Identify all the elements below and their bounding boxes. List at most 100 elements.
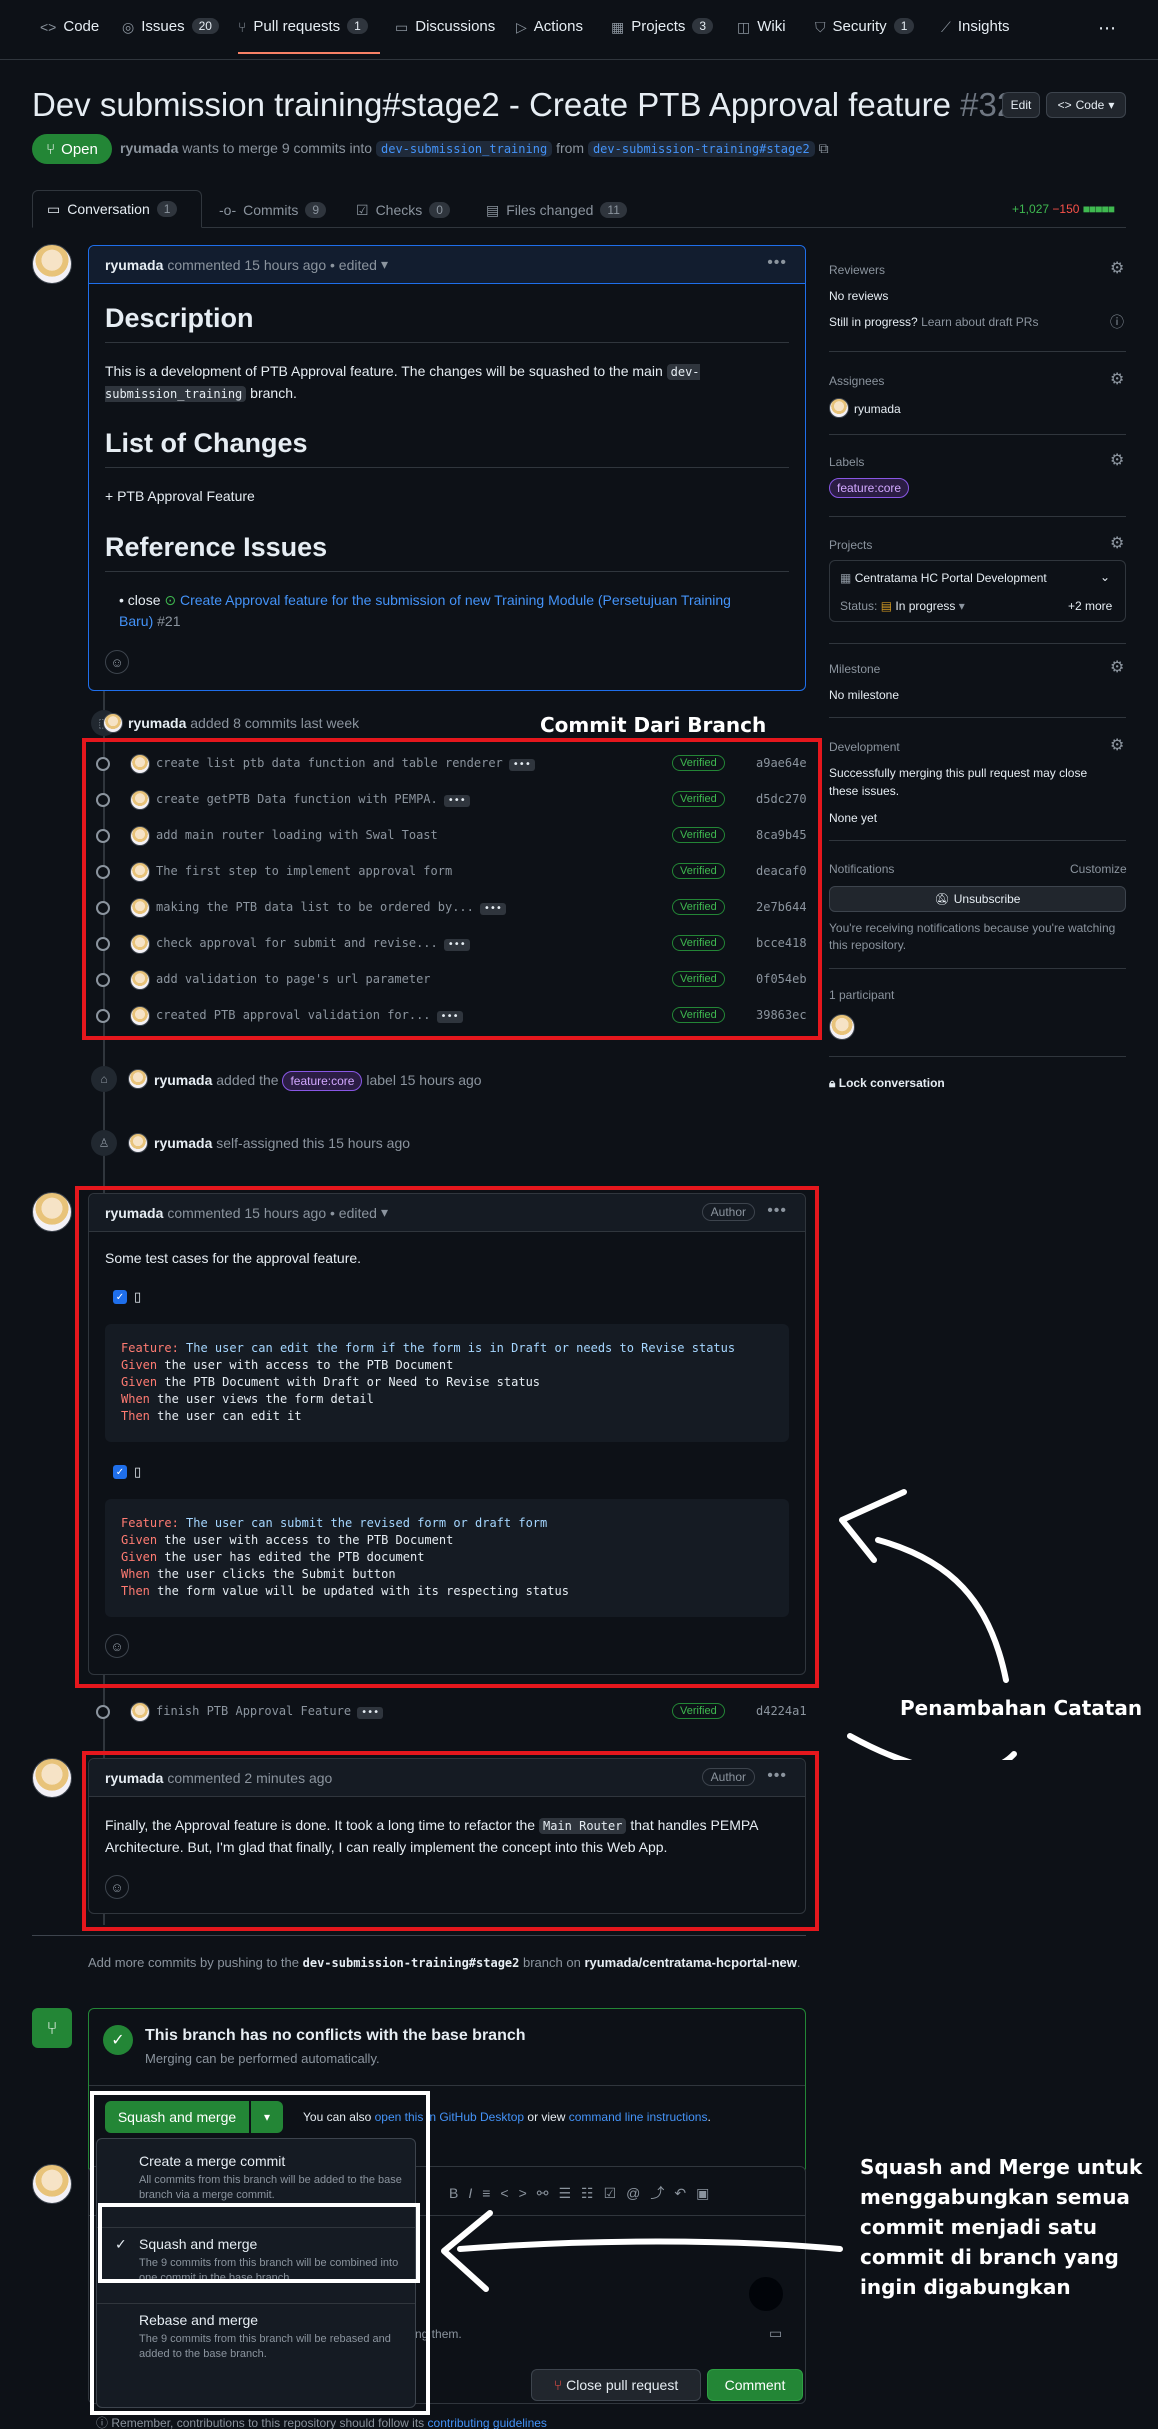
commit-message[interactable]: The first step to implement approval for… — [156, 864, 452, 878]
commit-sha[interactable]: d4224a1 — [756, 1704, 807, 1718]
unsubscribe-button[interactable]: 🔕︎ Unsubscribe — [829, 886, 1126, 912]
head-branch[interactable]: dev-submission-training#stage2 — [587, 141, 815, 157]
commit-sha[interactable]: deacaf0 — [756, 864, 807, 878]
commit-row[interactable]: add main router loading with Swal Toast V… — [96, 819, 807, 853]
verified-badge[interactable]: Verified — [672, 899, 725, 915]
commit-row[interactable]: create list ptb data function and table … — [96, 747, 807, 781]
add-reaction-icon[interactable]: ☺ — [105, 650, 129, 674]
commit-sha[interactable]: a9ae64e — [756, 756, 807, 770]
tab-commits[interactable]: -o- Commits 9 — [205, 192, 340, 228]
commit-row[interactable]: created PTB approval validation for... ••… — [96, 999, 807, 1033]
avatar[interactable] — [130, 862, 150, 882]
author-link[interactable]: ryumada — [105, 1770, 163, 1786]
commit-sha[interactable]: 39863ec — [756, 1008, 807, 1022]
verified-badge[interactable]: Verified — [672, 755, 725, 771]
commit-row[interactable]: finish PTB Approval Feature ••• Verified … — [96, 1695, 807, 1729]
cli-link[interactable]: command line instructions — [569, 2110, 708, 2124]
kebab-icon[interactable]: ••• — [767, 1202, 787, 1220]
ellipsis-button[interactable]: ••• — [443, 795, 470, 807]
commit-row[interactable]: add validation to page's url parameter Ve… — [96, 963, 807, 997]
sidebar-label[interactable]: feature:core — [829, 478, 910, 498]
avatar[interactable] — [128, 1069, 148, 1089]
kebab-icon[interactable]: ••• — [767, 1767, 787, 1785]
gear-icon[interactable]: ⚙ — [1110, 450, 1124, 470]
nav-discussions[interactable]: ▭ Discussions — [395, 18, 495, 54]
issue-link[interactable]: Create Approval feature for the submissi… — [119, 592, 731, 629]
avatar[interactable] — [829, 1014, 855, 1040]
avatar[interactable] — [130, 754, 150, 774]
commit-sha[interactable]: bcce418 — [756, 936, 807, 950]
project-status[interactable]: Status: ▤ In progress ▾ — [840, 599, 965, 613]
tab-checks[interactable]: ☑ Checks 0 — [342, 192, 464, 228]
commit-message[interactable]: create list ptb data function and table … — [156, 756, 535, 771]
nav-actions[interactable]: ▷ Actions — [516, 18, 583, 54]
commit-row[interactable]: create getPTB Data function with PEMPA. •… — [96, 783, 807, 817]
add-reaction-icon[interactable]: ☺ — [105, 1875, 129, 1899]
tab-files-changed[interactable]: ▤ Files changed 11 — [472, 192, 641, 228]
tab-conversation[interactable]: ▭ Conversation 1 — [32, 190, 202, 228]
comment-button[interactable]: Comment — [707, 2369, 803, 2401]
customize-link[interactable]: Customize — [1070, 862, 1127, 876]
info-icon[interactable]: ⓘ — [1110, 312, 1124, 332]
chevron-down-icon[interactable]: ⌄ — [1100, 570, 1110, 584]
avatar[interactable] — [103, 713, 123, 733]
commit-sha[interactable]: 0f054eb — [756, 972, 807, 986]
verified-badge[interactable]: Verified — [672, 935, 725, 951]
gear-icon[interactable]: ⚙ — [1110, 735, 1124, 755]
avatar[interactable] — [128, 1133, 148, 1153]
label-badge[interactable]: feature:core — [282, 1071, 363, 1091]
commit-sha[interactable]: d5dc270 — [756, 792, 807, 806]
commit-sha[interactable]: 2e7b644 — [756, 900, 807, 914]
more-projects[interactable]: +2 more — [1068, 599, 1112, 613]
more-icon[interactable]: ⋯ — [1098, 18, 1116, 54]
assignee-name[interactable]: ryumada — [854, 402, 901, 416]
commit-row[interactable]: The first step to implement approval for… — [96, 855, 807, 889]
nav-wiki[interactable]: ◫ Wiki — [737, 18, 786, 54]
kebab-icon[interactable]: ••• — [767, 254, 787, 272]
commit-message[interactable]: create getPTB Data function with PEMPA. •… — [156, 792, 470, 807]
avatar[interactable] — [130, 826, 150, 846]
lock-conversation[interactable]: 🔒︎ Lock conversation — [829, 1076, 945, 1091]
project-card[interactable]: ▦ Centratama HC Portal Development ⌄ Sta… — [829, 560, 1126, 622]
author-link[interactable]: ryumada — [105, 257, 163, 273]
ellipsis-button[interactable]: ••• — [508, 759, 535, 771]
avatar[interactable] — [32, 1192, 72, 1232]
copy-icon[interactable]: ⧉ — [819, 140, 829, 156]
merge-option-rebase[interactable]: Rebase and merge The 9 commits from this … — [97, 2303, 415, 2375]
verified-badge[interactable]: Verified — [672, 791, 725, 807]
base-branch[interactable]: dev-submission_training — [376, 141, 553, 157]
ellipsis-button[interactable]: ••• — [479, 903, 506, 915]
commit-message[interactable]: add main router loading with Swal Toast — [156, 828, 438, 842]
commit-message[interactable]: finish PTB Approval Feature ••• — [156, 1704, 384, 1719]
commit-message[interactable]: check approval for submit and revise... •… — [156, 936, 470, 951]
nav-code[interactable]: <> Code — [40, 18, 99, 54]
draft-pr-link[interactable]: Learn about draft PRs — [921, 315, 1038, 329]
repo-link[interactable]: ryumada/centratama-hcportal-new — [584, 1955, 796, 1970]
author-link[interactable]: ryumada — [120, 140, 178, 156]
gear-icon[interactable]: ⚙ — [1110, 258, 1124, 278]
nav-insights[interactable]: ⟋ Insights — [941, 18, 1010, 54]
author-link[interactable]: ryumada — [105, 1205, 163, 1221]
verified-badge[interactable]: Verified — [672, 1007, 725, 1023]
commit-message[interactable]: created PTB approval validation for... ••… — [156, 1008, 463, 1023]
caret-down-icon[interactable]: ▾ — [381, 1204, 388, 1221]
avatar[interactable] — [32, 2164, 72, 2204]
commit-message[interactable]: add validation to page's url parameter — [156, 972, 431, 986]
commit-row[interactable]: making the PTB data list to be ordered b… — [96, 891, 807, 925]
gear-icon[interactable]: ⚙ — [1110, 533, 1124, 553]
edit-button[interactable]: Edit — [1002, 92, 1040, 118]
code-button[interactable]: <> Code ▾ — [1046, 92, 1126, 118]
verified-badge[interactable]: Verified — [672, 827, 725, 843]
close-pr-button[interactable]: ⑂ Close pull request — [531, 2369, 701, 2401]
nav-projects[interactable]: ▦ Projects 3 — [611, 18, 714, 54]
guidelines-link[interactable]: contributing guidelines — [428, 2416, 547, 2429]
ellipsis-button[interactable]: ••• — [357, 1707, 384, 1719]
avatar[interactable] — [130, 898, 150, 918]
gear-icon[interactable]: ⚙ — [1110, 657, 1124, 677]
add-reaction-icon[interactable]: ☺ — [105, 1634, 129, 1658]
checkbox[interactable]: ✓ — [113, 1290, 127, 1304]
avatar[interactable] — [32, 1758, 72, 1798]
verified-badge[interactable]: Verified — [672, 863, 725, 879]
commit-message[interactable]: making the PTB data list to be ordered b… — [156, 900, 506, 915]
avatar[interactable] — [130, 934, 150, 954]
